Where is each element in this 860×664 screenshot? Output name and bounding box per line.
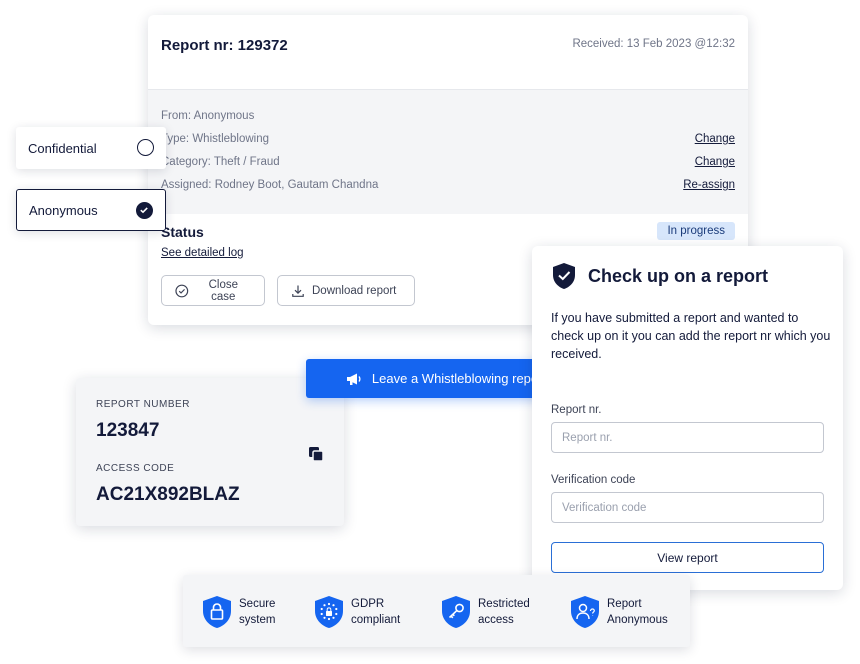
copy-icon[interactable] — [308, 446, 324, 462]
verification-code-input[interactable] — [551, 492, 824, 523]
status-badge: In progress — [657, 222, 735, 240]
access-code-label: ACCESS CODE — [96, 463, 175, 474]
feature-gdpr: GDPR compliant — [313, 595, 400, 629]
leave-report-label: Leave a Whistleblowing report — [371, 371, 547, 386]
check-report-card: Check up on a report If you have submitt… — [532, 246, 843, 590]
feature-restricted-line1: Restricted — [478, 598, 530, 610]
detail-type-label: Type: Whistleblowing — [161, 133, 270, 145]
report-title: Report nr: 129372 — [161, 37, 288, 54]
check-report-title: Check up on a report — [588, 266, 769, 286]
radio-checked-icon — [136, 202, 153, 219]
status-heading: Status — [161, 224, 204, 240]
change-category-link[interactable]: Change — [695, 156, 735, 168]
option-confidential[interactable]: Confidential — [16, 127, 166, 169]
access-code-value: AC21X892BLAZ — [96, 484, 240, 505]
feature-secure-line1: Secure — [239, 598, 276, 610]
radio-unchecked-icon — [137, 139, 154, 156]
key-shield-icon — [442, 596, 470, 628]
report-nr-input[interactable] — [551, 422, 824, 453]
features-bar: Secure system GDPR compliant Restricted acc… — [183, 575, 690, 647]
shield-check-icon — [553, 263, 575, 289]
detail-category-label: Category: Theft / Fraud — [161, 156, 280, 168]
detail-assigned-label: Assigned: Rodney Boot, Gautam Chandna — [161, 179, 379, 191]
verification-code-label: Verification code — [551, 474, 636, 486]
feature-anonymous: Report Anonymous — [569, 595, 668, 629]
report-nr-label: Report nr. — [551, 404, 602, 416]
detail-row-category: Category: Theft / Fraud Change — [161, 156, 735, 172]
download-report-label: Download report — [312, 284, 397, 297]
report-number-label: REPORT NUMBER — [96, 399, 190, 410]
feature-anonymous-line2: Anonymous — [607, 614, 668, 626]
option-anonymous[interactable]: Anonymous — [16, 189, 166, 231]
feature-secure-line2: system — [239, 614, 276, 626]
eu-stars-shield-icon — [315, 596, 343, 628]
feature-anonymous-line1: Report — [607, 598, 642, 610]
option-confidential-label: Confidential — [28, 140, 97, 156]
view-report-button[interactable]: View report — [551, 542, 824, 573]
report-header: Report nr: 129372 Received: 13 Feb 2023 … — [148, 15, 748, 89]
feature-restricted: Restricted access — [440, 595, 530, 629]
megaphone-icon — [346, 373, 361, 385]
check-circle-icon — [175, 284, 189, 297]
reassign-link[interactable]: Re-assign — [683, 179, 735, 191]
detailed-log-link[interactable]: See detailed log — [161, 247, 243, 259]
close-case-button[interactable]: Close case — [161, 275, 265, 306]
lock-shield-icon — [203, 596, 231, 628]
report-code-card: REPORT NUMBER 123847 ACCESS CODE AC21X89… — [76, 378, 344, 526]
detail-row-assigned: Assigned: Rodney Boot, Gautam Chandna Re… — [161, 179, 735, 195]
report-received-date: Received: 13 Feb 2023 @12:32 — [572, 38, 735, 50]
report-details: From: Anonymous Type: Whistleblowing Cha… — [148, 89, 748, 214]
download-report-button[interactable]: Download report — [277, 275, 415, 306]
feature-gdpr-line2: compliant — [351, 614, 401, 626]
change-type-link[interactable]: Change — [695, 133, 735, 145]
feature-restricted-line2: access — [478, 614, 514, 626]
check-report-description: If you have submitted a report and wante… — [551, 311, 831, 361]
detail-row-type: Type: Whistleblowing Change — [161, 133, 735, 149]
detail-from-label: From: Anonymous — [161, 110, 255, 122]
close-case-label: Close case — [208, 278, 239, 303]
user-shield-icon — [571, 596, 599, 628]
download-icon — [292, 285, 304, 297]
feature-secure: Secure system — [201, 595, 275, 629]
detail-row-from: From: Anonymous — [161, 110, 735, 126]
feature-gdpr-line1: GDPR — [351, 598, 385, 610]
option-anonymous-label: Anonymous — [29, 202, 98, 218]
report-number-value: 123847 — [96, 420, 160, 441]
